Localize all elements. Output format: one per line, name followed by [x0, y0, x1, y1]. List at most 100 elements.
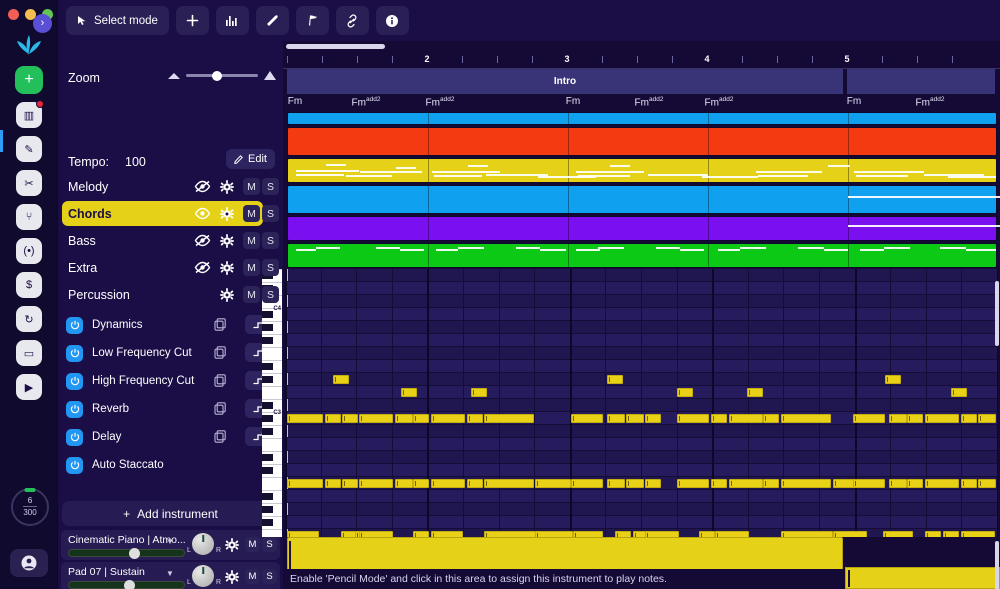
piano-roll-note[interactable]	[677, 479, 709, 488]
volume-knob[interactable]	[124, 580, 136, 589]
eye-off-icon[interactable]	[194, 180, 211, 193]
piano-black-key[interactable]	[262, 493, 273, 500]
history-icon[interactable]: ↻	[16, 306, 42, 332]
play-icon[interactable]: ▶	[16, 374, 42, 400]
mute-button[interactable]: M	[243, 259, 260, 276]
mute-button[interactable]: M	[243, 178, 260, 195]
piano-roll-note[interactable]	[287, 414, 323, 423]
horizontal-scrollbar[interactable]	[283, 44, 1000, 49]
mute-button[interactable]: M	[243, 205, 260, 222]
piano-roll-note[interactable]	[535, 479, 571, 488]
mixer-tool-button[interactable]	[215, 6, 249, 35]
piano-roll-note[interactable]	[781, 479, 831, 488]
gear-icon[interactable]	[225, 570, 239, 584]
piano-keyboard[interactable]: C4 C3	[262, 269, 282, 537]
magic-wand-button[interactable]	[255, 6, 289, 35]
piano-roll-note[interactable]	[359, 479, 393, 488]
piano-black-key[interactable]	[262, 506, 273, 513]
piano-roll-note[interactable]	[907, 479, 923, 488]
track-row-chords[interactable]: Chords M S	[58, 200, 283, 227]
piano-roll-note[interactable]	[781, 414, 831, 423]
piano-roll-note[interactable]	[626, 414, 644, 423]
solo-button[interactable]: S	[262, 537, 277, 552]
gear-icon[interactable]	[220, 233, 234, 248]
piano-roll-note[interactable]	[395, 414, 413, 423]
piano-roll-note[interactable]	[645, 479, 661, 488]
piano-black-key[interactable]	[262, 428, 273, 435]
piano-roll-note[interactable]	[325, 414, 341, 423]
broadcast-icon[interactable]: (•)	[16, 238, 42, 264]
chord-label[interactable]: Fm	[847, 96, 861, 107]
piano-roll-note[interactable]	[907, 414, 923, 423]
info-button[interactable]	[375, 6, 409, 35]
effect-power-toggle[interactable]	[66, 456, 83, 474]
piano-roll-note[interactable]	[925, 414, 959, 423]
chevron-down-icon[interactable]: ▼	[166, 569, 174, 578]
piano-roll-note[interactable]	[747, 388, 763, 397]
piano-roll-note[interactable]	[471, 388, 487, 397]
track-row-extra[interactable]: Extra M S	[58, 254, 283, 281]
chord-label[interactable]: Fm	[566, 96, 580, 107]
avatar[interactable]	[10, 549, 48, 577]
lane-lane-bar-top[interactable]	[287, 112, 997, 125]
lane-extra[interactable]	[287, 216, 1000, 241]
piano-roll-note[interactable]	[961, 479, 977, 488]
piano-roll-note[interactable]	[431, 414, 465, 423]
expand-arrow-badge[interactable]: ›	[33, 14, 52, 33]
piano-roll-note[interactable]	[763, 414, 779, 423]
piano-roll-note[interactable]	[607, 479, 625, 488]
piano-roll-note[interactable]	[645, 414, 661, 423]
piano-black-key[interactable]	[262, 402, 273, 409]
gear-icon[interactable]	[220, 260, 234, 275]
secondary-clip[interactable]	[845, 567, 1000, 589]
piano-roll-note[interactable]	[711, 479, 727, 488]
chord-label[interactable]: Fmadd2	[916, 96, 945, 108]
gear-icon[interactable]	[220, 206, 234, 221]
piano-roll-note[interactable]	[413, 479, 429, 488]
traffic-light-0[interactable]	[8, 9, 19, 20]
select-mode-button[interactable]: Select mode	[66, 6, 169, 35]
piano-roll-grid[interactable]	[285, 269, 998, 537]
solo-button[interactable]: S	[262, 286, 279, 303]
piano-black-key[interactable]	[262, 454, 273, 461]
scrollbar-thumb[interactable]	[286, 44, 385, 49]
section-block-1[interactable]	[847, 69, 995, 94]
volume-slider[interactable]	[68, 548, 185, 559]
chord-label[interactable]: Fmadd2	[635, 96, 664, 108]
piano-roll-note[interactable]	[626, 479, 644, 488]
piano-roll-note[interactable]	[925, 479, 959, 488]
timeline-ruler[interactable]: 2 3 4 5	[283, 53, 1000, 69]
section-block-intro[interactable]: Intro	[287, 69, 843, 94]
piano-roll-note[interactable]	[484, 414, 534, 423]
credits-gauge[interactable]: 6 300	[11, 488, 49, 526]
chord-label[interactable]: Fmadd2	[426, 96, 455, 108]
piano-black-key[interactable]	[262, 519, 273, 526]
mute-button[interactable]: M	[245, 537, 260, 552]
lane-chords[interactable]	[287, 158, 997, 183]
edit-pencil-icon[interactable]: ✎	[16, 136, 42, 162]
track-row-bass[interactable]: Bass M S	[58, 227, 283, 254]
branch-icon[interactable]: ⑂	[16, 204, 42, 230]
piano-black-key[interactable]	[262, 376, 273, 383]
link-button[interactable]	[335, 6, 369, 35]
volume-slider[interactable]	[68, 580, 185, 589]
piano-roll-note[interactable]	[961, 414, 977, 423]
copy-icon[interactable]	[214, 374, 227, 387]
lane-percussion[interactable]	[287, 243, 997, 268]
chord-label[interactable]: Fmadd2	[352, 96, 381, 108]
piano-roll-note[interactable]	[571, 479, 603, 488]
copy-icon[interactable]	[214, 402, 227, 415]
zoom-out-icon[interactable]	[168, 72, 180, 79]
zoom-slider-knob[interactable]	[212, 70, 222, 81]
copy-icon[interactable]	[214, 430, 227, 443]
pan-knob[interactable]	[192, 565, 214, 587]
mute-button[interactable]: M	[243, 286, 260, 303]
gear-icon[interactable]	[220, 179, 234, 194]
piano-roll-note[interactable]	[677, 388, 693, 397]
effect-row-dynamics[interactable]: Dynamics	[58, 311, 283, 339]
piano-roll-note[interactable]	[951, 388, 967, 397]
piano-roll-note[interactable]	[885, 375, 901, 384]
piano-roll-note[interactable]	[484, 479, 534, 488]
vertical-scrollbar-lower[interactable]	[995, 541, 999, 589]
instrument-settings-button[interactable]	[225, 570, 239, 584]
